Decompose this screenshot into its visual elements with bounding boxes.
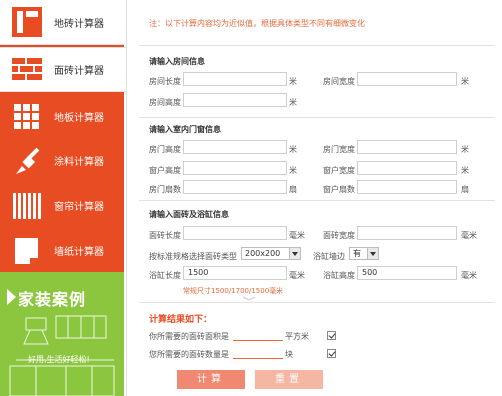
bath-border-select[interactable]: 有 <box>349 247 379 260</box>
tile-type-value: 200x200 <box>245 249 281 258</box>
wallpaper-icon <box>10 234 44 268</box>
tile-width-label: 面砖宽度 <box>323 231 355 240</box>
bath-border-label: 浴缸墙边 <box>313 252 345 261</box>
count-unit: 块 <box>285 350 293 359</box>
door-height-label: 房门高度 <box>149 145 181 154</box>
window-height-label: 窗户高度 <box>149 166 181 175</box>
sidebar-item-label: 墙纸计算器 <box>54 247 104 258</box>
brick-wall-icon <box>10 53 44 87</box>
result-title: 计算结果如下： <box>149 315 213 325</box>
bath-height-input[interactable]: 500 <box>357 266 457 280</box>
sidebar-item-floor-board[interactable]: 地板计算器 <box>0 94 124 139</box>
area-result-field <box>233 340 283 341</box>
door-width-label: 房门宽度 <box>323 145 355 154</box>
chevron-down-icon <box>367 248 378 259</box>
room-height-label: 房间高度 <box>149 98 181 107</box>
count-result-field <box>233 358 283 359</box>
arrow-right-icon <box>7 289 16 305</box>
case-subtitle: 好用,生活好轻松! <box>28 355 90 364</box>
unit-label: 米 <box>289 77 297 86</box>
unit-label: 米 <box>461 77 469 86</box>
case-title: 家装案例 <box>18 290 87 309</box>
tile-type-label: 按标准规格选择面砖类型 <box>149 252 237 261</box>
sidebar: 地砖计算器 面砖计算器 地板计算器 涂料计算器 窗帘计算器 墙纸计算器 家装案例… <box>0 0 127 396</box>
section-title: 请输入室内门窗信息 <box>149 125 221 134</box>
unit-label: 米 <box>289 166 297 175</box>
tile-length-input[interactable] <box>183 226 287 240</box>
chevron-down-icon <box>289 248 300 259</box>
section-title: 请输入房间信息 <box>149 57 205 66</box>
bath-height-label: 浴缸高度 <box>323 271 355 280</box>
floor-board-icon <box>10 100 44 134</box>
unit-label: 米 <box>461 145 469 154</box>
calculate-button[interactable]: 计算 <box>177 370 245 389</box>
door-count-input[interactable] <box>183 180 287 194</box>
section-title: 请输入面砖及浴缸信息 <box>149 210 229 219</box>
chevron-down-icon <box>242 296 256 301</box>
sidebar-item-curtain[interactable]: 窗帘计算器 <box>0 183 124 228</box>
sidebar-item-wall-tile[interactable]: 面砖计算器 <box>0 47 127 92</box>
window-count-label: 窗户扇数 <box>323 185 355 194</box>
room-height-input[interactable] <box>183 93 287 107</box>
area-unit: 平方米 <box>285 332 309 341</box>
door-width-input[interactable] <box>357 140 457 154</box>
calculator-panel: 注：以下计算内容均为近似值，根据具体类型不同有细微变化 请输入房间信息 房间长度… <box>126 0 502 396</box>
notice-text: 注：以下计算内容均为近似值，根据具体类型不同有细微变化 <box>149 19 365 28</box>
sidebar-item-label: 涂料计算器 <box>54 157 104 168</box>
unit-label: 毫米 <box>289 231 305 240</box>
tile-type-select[interactable]: 200x200 <box>241 247 301 260</box>
reset-button[interactable]: 重置 <box>255 370 323 389</box>
window-count-input[interactable] <box>357 180 457 194</box>
window-height-input[interactable] <box>183 161 287 175</box>
room-length-label: 房间长度 <box>149 77 181 86</box>
curtain-icon <box>10 189 44 223</box>
sidebar-item-label: 窗帘计算器 <box>54 202 104 213</box>
sidebar-item-label: 面砖计算器 <box>54 66 104 77</box>
room-width-input[interactable] <box>357 72 457 86</box>
sidebar-item-label: 地砖计算器 <box>54 18 104 30</box>
paint-brush-icon <box>10 144 44 178</box>
size-hint: 常规尺寸1500/1700/1500毫米 <box>183 287 284 295</box>
sidebar-item-floor-tile[interactable]: 地砖计算器 <box>0 0 124 45</box>
unit-label: 扇 <box>461 185 469 194</box>
tile-length-label: 面砖长度 <box>149 231 181 240</box>
count-checkbox[interactable] <box>327 349 336 358</box>
area-result-label: 你所需要的面砖面积是 <box>149 332 229 341</box>
tile-width-input[interactable] <box>357 226 457 240</box>
sidebar-item-label: 地板计算器 <box>54 113 104 124</box>
bath-length-input[interactable]: 1500 <box>183 266 287 280</box>
floor-tile-icon <box>10 5 44 39</box>
unit-label: 毫米 <box>461 231 477 240</box>
home-case-banner[interactable]: 家装案例 好用,生活好轻松! <box>0 272 124 396</box>
sidebar-item-wallpaper[interactable]: 墙纸计算器 <box>0 228 124 273</box>
window-width-input[interactable] <box>357 161 457 175</box>
area-checkbox[interactable] <box>327 331 336 340</box>
room-length-input[interactable] <box>183 72 287 86</box>
count-result-label: 您所需要的面砖数量是 <box>149 350 229 359</box>
unit-label: 毫米 <box>289 271 305 280</box>
bath-length-label: 浴缸长度 <box>149 271 181 280</box>
room-width-label: 房间宽度 <box>323 77 355 86</box>
unit-label: 米 <box>289 98 297 107</box>
bath-border-value: 有 <box>353 249 361 258</box>
unit-label: 米 <box>289 145 297 154</box>
unit-label: 米 <box>461 166 469 175</box>
sidebar-item-paint[interactable]: 涂料计算器 <box>0 138 124 183</box>
tile-section: 请输入面砖及浴缸信息 <box>139 200 495 300</box>
window-width-label: 窗户宽度 <box>323 166 355 175</box>
door-height-input[interactable] <box>183 140 287 154</box>
unit-label: 扇 <box>289 185 297 194</box>
unit-label: 毫米 <box>461 271 477 280</box>
door-count-label: 房门扇数 <box>149 185 181 194</box>
kitchen-illustration <box>9 315 115 396</box>
